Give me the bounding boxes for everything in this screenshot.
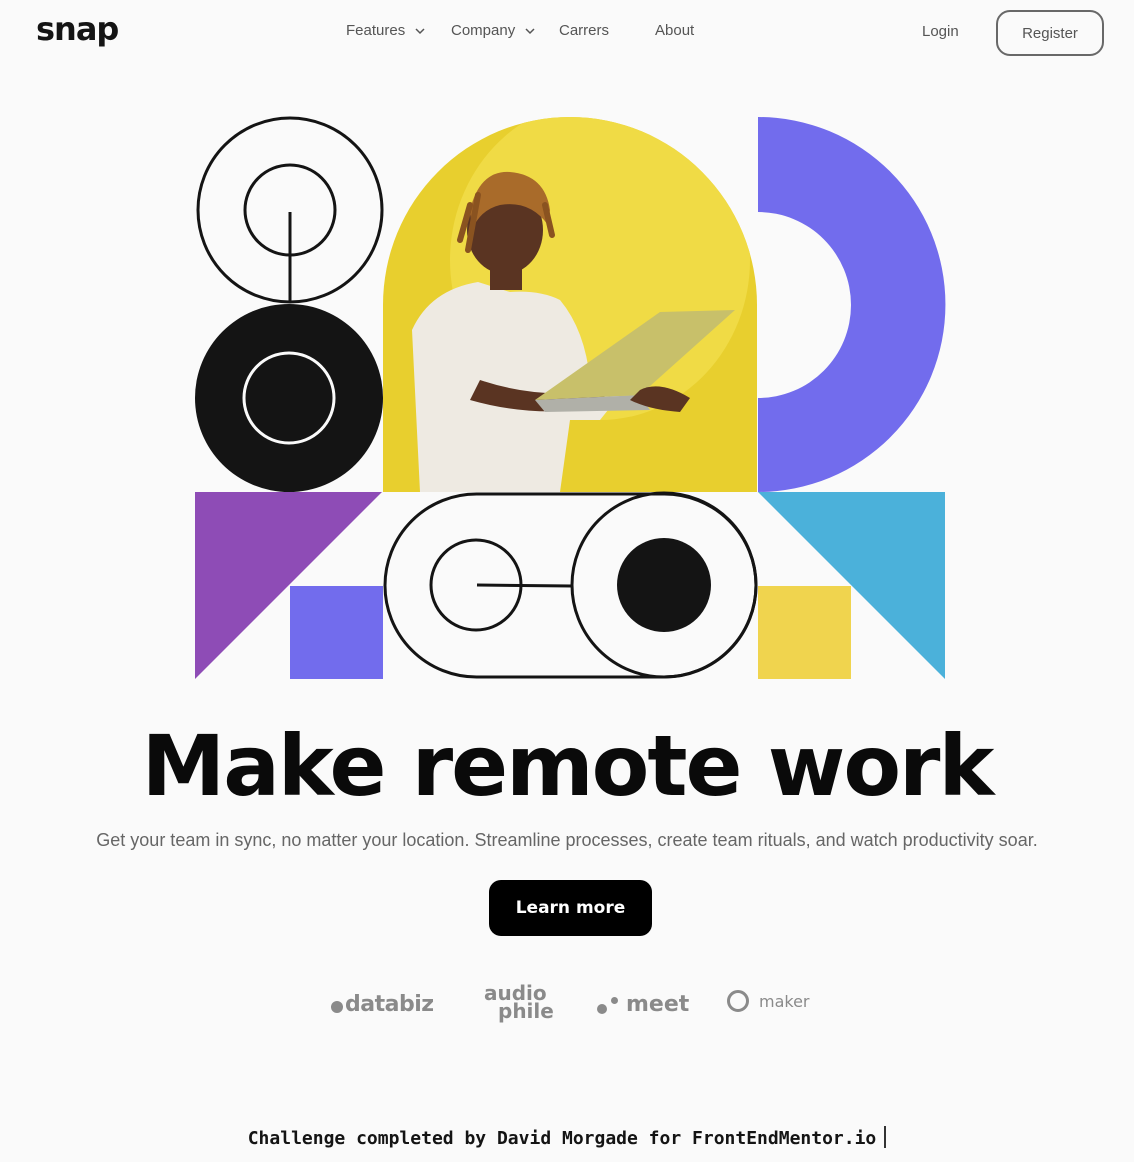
pill-switch-shape	[383, 491, 758, 679]
attribution: Challenge completed by David Morgade for…	[0, 1126, 1134, 1149]
databiz-logo-text: databiz	[345, 992, 434, 1017]
ring-with-line-shape	[196, 116, 384, 304]
text-cursor	[884, 1126, 887, 1148]
audiophile-logo-bottom: phile	[498, 999, 554, 1023]
hero-title: Make remote work	[141, 717, 995, 815]
meet-logo: meet	[597, 992, 689, 1017]
meet-dot-icon	[597, 1003, 607, 1014]
databiz-dot-icon	[331, 1000, 343, 1013]
databiz-logo: databiz	[331, 992, 434, 1017]
maker-circle-icon	[727, 990, 749, 1012]
maker-logo: maker	[727, 990, 810, 1012]
purple-square-shape	[290, 586, 383, 679]
learn-more-button[interactable]: Learn more	[489, 880, 652, 936]
client-logos: databiz audio phile meet maker	[0, 980, 1134, 1030]
hero-subtitle: Get your team in sync, no matter your lo…	[96, 830, 1038, 850]
hero-photo	[383, 117, 757, 492]
yellow-square-shape	[758, 586, 851, 679]
hero-illustration	[195, 116, 946, 679]
meet-small-dot-icon	[611, 997, 618, 1004]
purple-half-ring-shape	[758, 117, 946, 492]
attribution-text: Challenge completed by David Morgade for…	[247, 1128, 877, 1149]
black-circle-shape	[195, 304, 383, 492]
meet-logo-text: meet	[626, 992, 690, 1017]
audiophile-logo: audio phile	[484, 983, 554, 1023]
maker-logo-text: maker	[759, 991, 810, 1011]
